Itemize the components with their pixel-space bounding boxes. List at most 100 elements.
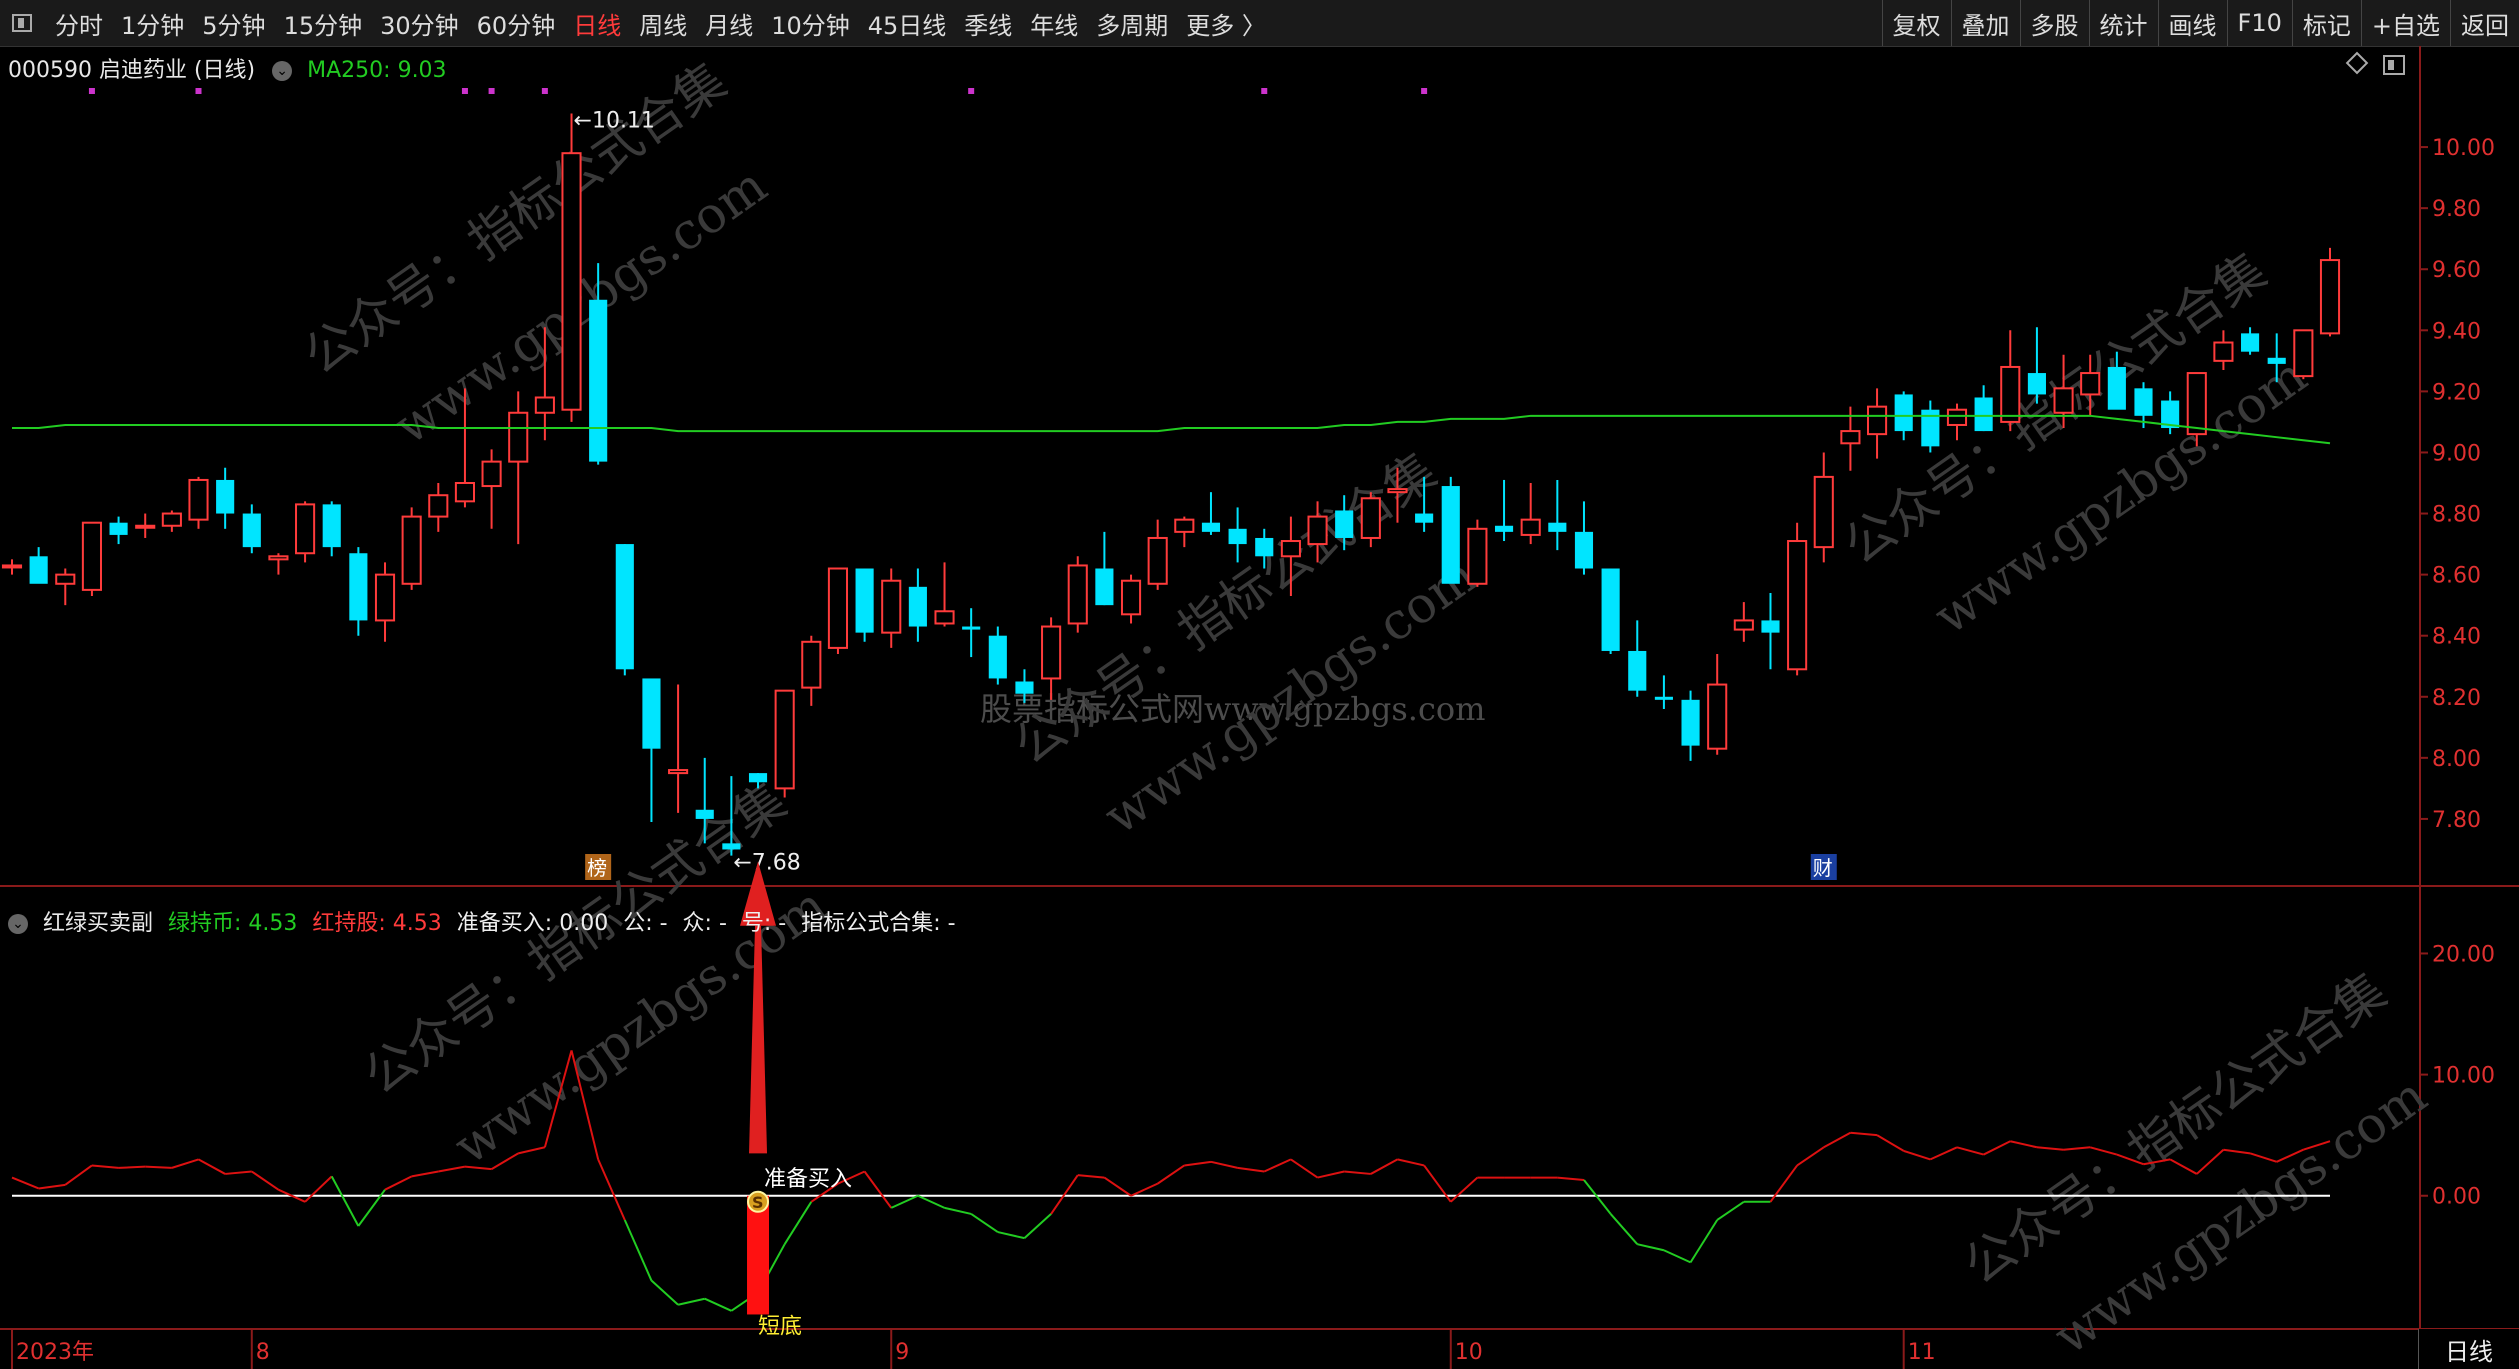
candle-body-8 xyxy=(216,479,235,514)
coin-symbol: S xyxy=(752,1193,764,1212)
candle-body-3 xyxy=(81,521,102,591)
extra-label-1: 众: - xyxy=(682,911,727,936)
candle-body-60 xyxy=(1601,568,1620,651)
period-tab-2[interactable]: 5分钟 xyxy=(193,0,274,46)
indicator-seg-0 xyxy=(11,1176,40,1190)
candle-body-22 xyxy=(589,299,608,462)
indicator-seg-40 xyxy=(1077,1174,1105,1179)
period-tab-8[interactable]: 月线 xyxy=(696,0,762,46)
price-tick-label-10: 9.80 xyxy=(2432,197,2481,222)
candle-body-86 xyxy=(2293,329,2314,378)
candle-body-17 xyxy=(454,482,476,503)
short-bottom-bar xyxy=(747,1195,770,1315)
candle-body-54 xyxy=(1441,486,1460,584)
tool-button-3[interactable]: 统计 xyxy=(2088,0,2158,46)
indicator-seg-49 xyxy=(1317,1170,1345,1179)
indicator-name[interactable]: 红绿买卖副 xyxy=(43,911,153,936)
period-tab-3[interactable]: 15分钟 xyxy=(275,0,372,46)
tool-button-2[interactable]: 多股 xyxy=(2019,0,2089,46)
indicator-seg-3 xyxy=(91,1164,119,1169)
candle-body-61 xyxy=(1628,650,1647,691)
period-tab-5[interactable]: 60分钟 xyxy=(468,0,565,46)
candle-body-74 xyxy=(1974,397,1993,432)
date-label-1: 8 xyxy=(256,1340,270,1365)
candle-body-15 xyxy=(401,515,422,585)
price-tick-label-7: 9.20 xyxy=(2432,380,2481,405)
candle-body-31 xyxy=(827,567,849,649)
top-marker-7 xyxy=(1421,88,1428,94)
indicator-seg-62 xyxy=(1663,1249,1691,1264)
period-tab-7[interactable]: 周线 xyxy=(630,0,696,46)
period-tab-1[interactable]: 1分钟 xyxy=(112,0,193,46)
indicator-seg-43 xyxy=(1157,1164,1185,1185)
price-tick-label-1: 8.00 xyxy=(2432,747,2481,772)
tool-button-1[interactable]: 叠加 xyxy=(1950,0,2020,46)
indicator-seg-67 xyxy=(1796,1146,1825,1167)
candle-body-84 xyxy=(2241,333,2260,352)
period-tab-14[interactable]: 更多 〉 xyxy=(1177,0,1275,46)
tool-button-5[interactable]: F10 xyxy=(2226,0,2292,46)
extra-label-2: 号: - xyxy=(741,911,787,936)
candle-body-12 xyxy=(322,504,341,548)
candle-body-45 xyxy=(1201,522,1221,532)
indicator-seg-32 xyxy=(863,1170,893,1209)
candle-body-0 xyxy=(1,564,23,569)
indicator-seg-52 xyxy=(1397,1158,1425,1167)
window-icon-inner xyxy=(2388,60,2394,70)
candle-body-67 xyxy=(1787,540,1808,671)
bottom-period-button[interactable]: 日线 xyxy=(2418,1329,2519,1369)
red-hold-label: 红持股: 4.53 xyxy=(312,911,442,936)
short-bottom-text: 短底 xyxy=(758,1314,802,1339)
candle-body-63 xyxy=(1681,699,1700,746)
candle-body-48 xyxy=(1280,540,1301,558)
price-tick-label-4: 8.60 xyxy=(2432,564,2481,589)
indicator-seg-70 xyxy=(1876,1134,1905,1152)
period-tab-9[interactable]: 10分钟 xyxy=(762,0,859,46)
candle-body-47 xyxy=(1255,537,1274,557)
candle-body-59 xyxy=(1574,531,1594,569)
candle-body-44 xyxy=(1174,518,1195,533)
period-tab-6[interactable]: 日线 xyxy=(564,0,630,46)
candle-body-30 xyxy=(801,640,822,689)
tool-button-7[interactable]: +自选 xyxy=(2360,0,2450,46)
candle-body-10 xyxy=(268,555,289,561)
main-title-bar: 000590 启迪药业 (日线) ⌄ MA250: 9.03 xyxy=(8,52,447,84)
indicator-seg-14 xyxy=(384,1175,413,1191)
prepare-buy-label: 准备买入: 0.00 xyxy=(456,911,609,936)
candle-body-73 xyxy=(1946,408,1968,426)
indicator-seg-61 xyxy=(1637,1243,1665,1252)
indicator-seg-72 xyxy=(1929,1146,1958,1161)
candle-body-28 xyxy=(748,773,768,783)
indicator-seg-24 xyxy=(650,1279,679,1306)
indicator-seg-41 xyxy=(1103,1176,1132,1197)
panel-toggle-icon[interactable] xyxy=(12,14,32,32)
period-tab-13[interactable]: 多周期 xyxy=(1087,0,1177,46)
period-tab-11[interactable]: 季线 xyxy=(955,0,1021,46)
tool-button-0[interactable]: 复权 xyxy=(1881,0,1951,46)
candle-body-83 xyxy=(2213,341,2234,362)
tool-button-8[interactable]: 返回 xyxy=(2450,0,2519,46)
indicator-seg-82 xyxy=(2196,1148,2225,1175)
collapse-main-icon[interactable]: ⌄ xyxy=(272,61,293,81)
candle-body-49 xyxy=(1307,515,1328,546)
extra-label-0: 公: - xyxy=(623,911,668,936)
period-tab-10[interactable]: 45日线 xyxy=(859,0,956,46)
candle-body-6 xyxy=(161,512,182,527)
candle-body-56 xyxy=(1494,525,1514,532)
tool-button-6[interactable]: 标记 xyxy=(2291,0,2361,46)
period-tab-0[interactable]: 分时 xyxy=(46,0,112,46)
tool-button-4[interactable]: 画线 xyxy=(2157,0,2227,46)
candle-body-50 xyxy=(1335,510,1354,538)
indicator-seg-11 xyxy=(304,1175,333,1203)
period-tab-4[interactable]: 30分钟 xyxy=(371,0,468,46)
indicator-seg-15 xyxy=(411,1170,439,1178)
candle-body-71 xyxy=(1894,394,1913,432)
candle-body-78 xyxy=(2080,372,2101,396)
indicator-seg-63 xyxy=(1689,1219,1719,1263)
ind-tick-label-2: 20.00 xyxy=(2432,942,2495,967)
indicator-seg-33 xyxy=(890,1194,919,1209)
indicator-seg-1 xyxy=(38,1183,66,1190)
collapse-indicator-icon[interactable]: ⌄ xyxy=(8,914,28,934)
period-tab-12[interactable]: 年线 xyxy=(1021,0,1087,46)
candle-body-64 xyxy=(1707,683,1728,750)
